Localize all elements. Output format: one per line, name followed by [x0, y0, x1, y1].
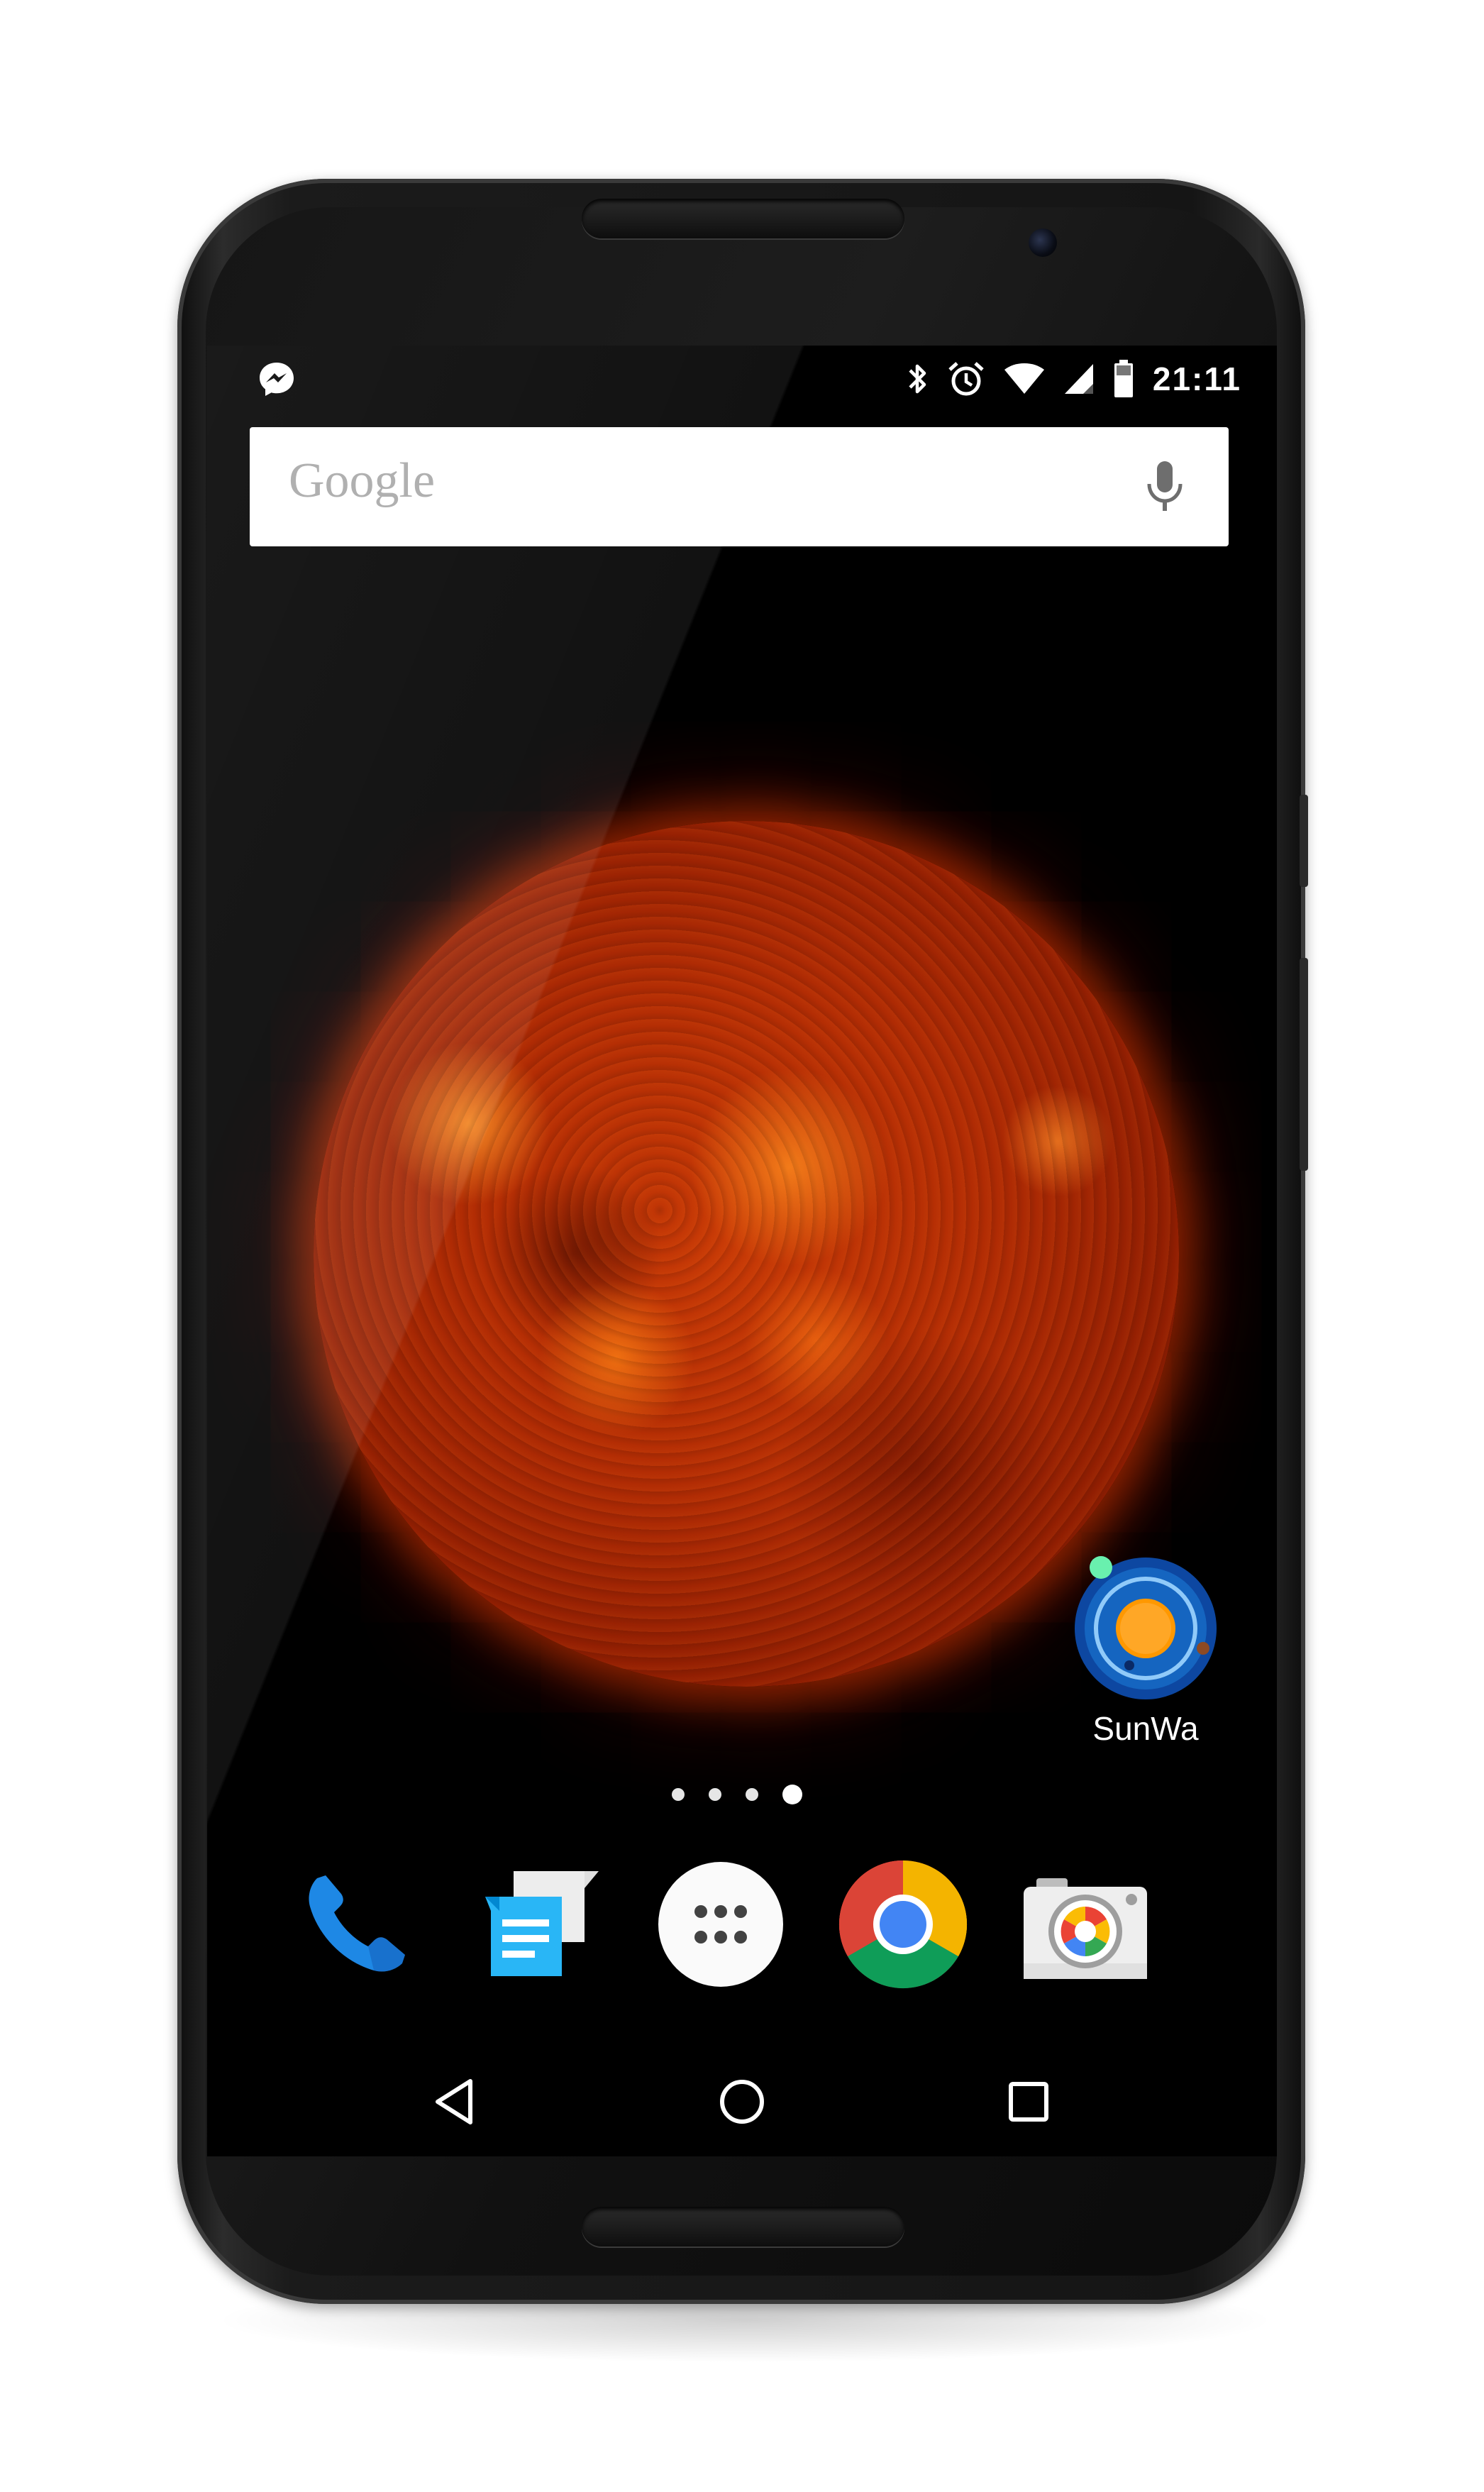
- signal-icon: [1064, 364, 1093, 394]
- power-button[interactable]: [1300, 795, 1308, 887]
- google-search-bar[interactable]: Google: [250, 427, 1229, 546]
- dock-chrome-app[interactable]: [836, 1857, 970, 1992]
- page-dot-active[interactable]: [782, 1785, 802, 1804]
- recents-icon: [1009, 2082, 1048, 2122]
- bottom-speaker: [582, 2207, 904, 2246]
- google-logo: Google: [289, 453, 436, 508]
- app-drawer-icon: [658, 1862, 783, 1987]
- alarm-icon: [948, 362, 984, 396]
- bluetooth-icon: [909, 364, 926, 394]
- volume-rocker[interactable]: [1300, 958, 1308, 1171]
- device-mockup: 21:11 Google SunWa: [0, 0, 1484, 2492]
- page-dot[interactable]: [672, 1788, 685, 1801]
- recents-button[interactable]: [997, 2070, 1061, 2134]
- home-button[interactable]: [710, 2070, 774, 2134]
- back-icon: [436, 2079, 472, 2124]
- clock: 21:11: [1152, 360, 1241, 397]
- page-dot[interactable]: [709, 1788, 721, 1801]
- chrome-icon: [838, 1860, 968, 1989]
- dock-camera-app[interactable]: [1018, 1857, 1153, 1992]
- sun-surface-texture: [314, 821, 1179, 1687]
- navigation-bar: [207, 2049, 1277, 2156]
- messenger-app-icon: [485, 1871, 599, 1976]
- sun-wallpaper: [314, 821, 1179, 1687]
- dock-app-drawer[interactable]: [653, 1857, 788, 1992]
- page-dot[interactable]: [746, 1788, 758, 1801]
- camera-icon: [1024, 1878, 1147, 1979]
- home-icon: [720, 2080, 764, 2124]
- top-speaker: [582, 199, 904, 238]
- status-bar[interactable]: 21:11: [207, 346, 1277, 413]
- wifi-icon: [1004, 363, 1044, 394]
- dock-messenger-app[interactable]: [471, 1857, 606, 1992]
- front-camera: [1029, 228, 1057, 257]
- home-screen: 21:11 Google SunWa: [207, 346, 1277, 2156]
- app-label: SunWa: [1092, 1710, 1199, 1747]
- sunwa-app-icon: [1071, 1552, 1220, 1701]
- dock-phone-app[interactable]: [289, 1857, 423, 1992]
- battery-icon: [1114, 360, 1133, 397]
- app-sunwa[interactable]: SunWa: [1051, 1552, 1236, 1765]
- page-indicator[interactable]: [672, 1780, 814, 1809]
- status-icons: 21:11: [907, 354, 1241, 404]
- messenger-icon: [257, 360, 297, 399]
- back-button[interactable]: [423, 2070, 487, 2134]
- mic-icon[interactable]: [1144, 457, 1186, 517]
- phone-icon: [309, 1875, 405, 1972]
